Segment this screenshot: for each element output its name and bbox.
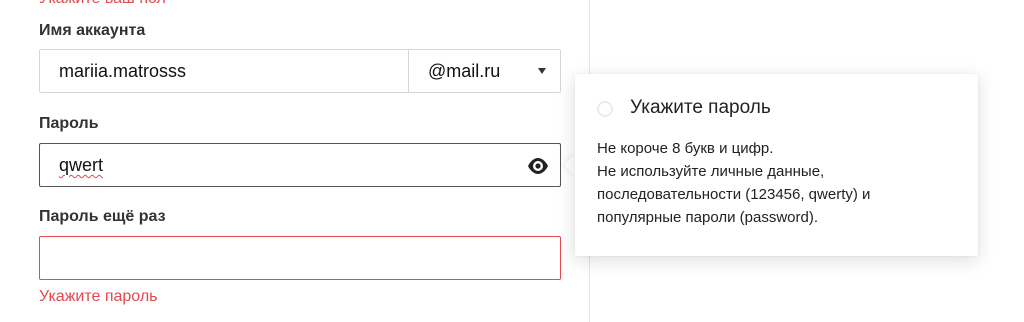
password-label: Пароль — [39, 115, 99, 132]
tooltip-text: Не короче 8 букв и цифр. Не используйте … — [597, 137, 870, 229]
registration-form-page: Укажите ваш пол Имя аккаунта mariia.matr… — [0, 0, 1024, 322]
gender-error-text: Укажите ваш пол — [39, 0, 166, 8]
account-name-field: mariia.matrosss @mail.ru — [39, 49, 561, 93]
tooltip-line: последовательности (123456, qwerty) и — [597, 186, 871, 203]
password-hint-tooltip: Укажите пароль Не короче 8 букв и цифр. … — [575, 74, 978, 256]
account-name-label: Имя аккаунта — [39, 22, 146, 39]
password-repeat-error: Укажите пароль — [39, 288, 158, 305]
password-field: qwert — [39, 143, 561, 187]
domain-select-value: @mail.ru — [428, 61, 501, 81]
password-input[interactable]: qwert — [59, 155, 103, 176]
domain-separator — [408, 50, 409, 92]
eye-icon[interactable] — [526, 155, 550, 177]
tooltip-line: популярные пароли (password). — [597, 209, 819, 226]
tooltip-line: Не короче 8 букв и цифр. — [597, 140, 774, 157]
status-circle-icon — [597, 101, 613, 117]
account-name-input[interactable]: mariia.matrosss — [59, 61, 186, 82]
tooltip-line: Не используйте личные данные, — [597, 163, 825, 180]
password-repeat-field — [39, 236, 561, 280]
chevron-down-icon — [538, 68, 546, 74]
tooltip-title: Укажите пароль — [630, 97, 771, 118]
password-repeat-label: Пароль ещё раз — [39, 208, 166, 225]
